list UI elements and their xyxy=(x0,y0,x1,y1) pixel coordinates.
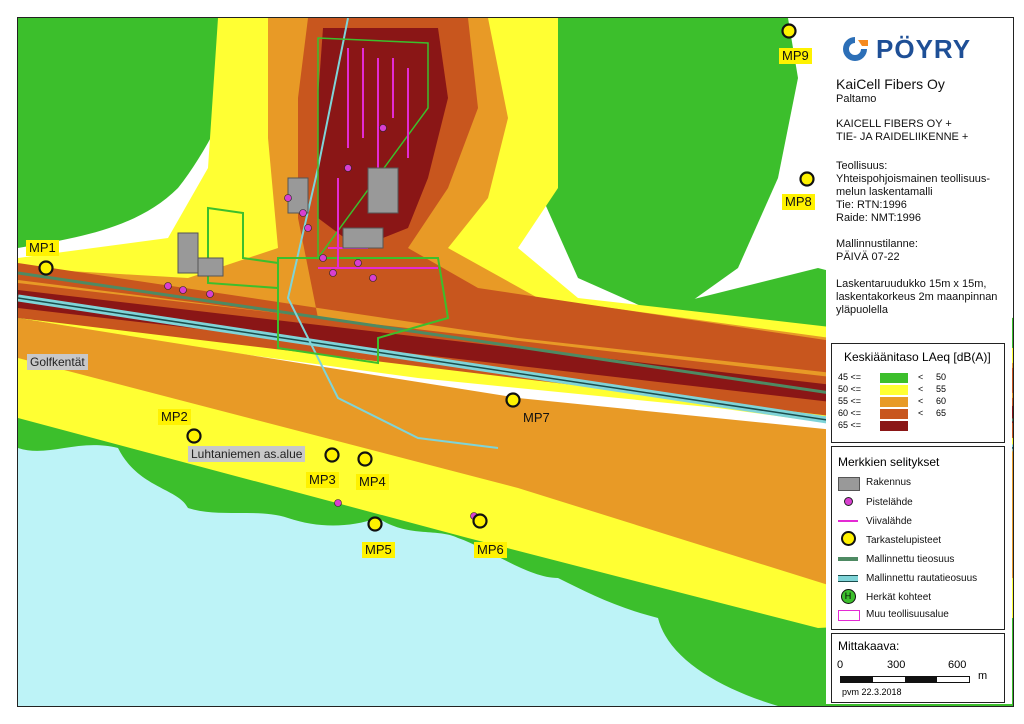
grid-line: Laskentaruudukko 15m x 15m, xyxy=(836,278,987,290)
building xyxy=(342,227,384,249)
company-logo: PÖYRY xyxy=(838,34,1003,64)
noise-class-high: 55 xyxy=(936,384,947,394)
scale-bar xyxy=(840,676,970,683)
legend-label: Muu teollisuusalue xyxy=(866,609,949,620)
location-name: Paltamo xyxy=(836,93,877,105)
receiver-point-mp7 xyxy=(505,392,521,408)
noise-class-high: 65 xyxy=(936,408,947,418)
scale-unit: m xyxy=(978,670,988,682)
scale-tick: 300 xyxy=(887,659,906,671)
poyry-logo-icon xyxy=(843,37,868,61)
noise-class-swatch xyxy=(880,373,908,383)
scenario-line: TIE- JA RAIDELIIKENNE + xyxy=(836,131,969,143)
receiver-point-mp2 xyxy=(186,428,202,444)
noise-class-swatch xyxy=(880,409,908,419)
road-icon xyxy=(838,553,858,565)
legend-label: Rakennus xyxy=(866,477,912,488)
model-block: Teollisuus: Yhteispohjoismainen teollisu… xyxy=(836,160,990,225)
noise-legend-title: Keskiäänitaso LAeq [dB(A)] xyxy=(844,350,991,364)
model-line: Tie: RTN:1996 xyxy=(836,199,907,211)
railway-icon xyxy=(838,572,858,584)
point-label-mp2: MP2 xyxy=(158,409,191,425)
building-icon xyxy=(838,477,860,491)
point-label-mp1: MP1 xyxy=(26,240,59,256)
receiver-point-mp5 xyxy=(367,516,383,532)
noise-class-high: 60 xyxy=(936,396,947,406)
logo-text: PÖYRY xyxy=(876,34,972,64)
scale-title: Mittakaava: xyxy=(838,639,900,653)
model-line: Raide: NMT:1996 xyxy=(836,212,921,224)
noise-class-high: 50 xyxy=(936,372,947,382)
industrial-area-icon xyxy=(838,610,860,621)
point-label-mp3: MP3 xyxy=(306,472,339,488)
model-line: melun laskentamalli xyxy=(836,186,933,198)
golf-course-label: Golfkentät xyxy=(27,354,88,370)
model-line: Teollisuus: xyxy=(836,160,888,172)
noise-class-low: 50 <= xyxy=(838,384,862,394)
grid-line: yläpuolella xyxy=(836,304,888,316)
building xyxy=(367,167,399,214)
situation-line: Mallinnustilanne: xyxy=(836,238,918,250)
receiver-point-mp1 xyxy=(38,260,54,276)
noise-class-low: 45 <= xyxy=(838,372,862,382)
building xyxy=(177,232,199,274)
receiver-point-mp8 xyxy=(799,171,815,187)
point-label-mp4: MP4 xyxy=(356,474,389,490)
point-label-mp8: MP8 xyxy=(782,194,815,210)
situation-line: PÄIVÄ 07-22 xyxy=(836,251,900,263)
noise-class-op: < xyxy=(918,396,924,406)
residential-area-label: Luhtaniemen as.alue xyxy=(188,446,306,462)
noise-class-low: 60 <= xyxy=(838,408,862,418)
legend-panel: PÖYRY KaiCell Fibers Oy Paltamo KAICELL … xyxy=(826,18,1012,704)
building xyxy=(287,177,309,214)
receiver-point-mp9 xyxy=(781,23,797,39)
noise-level-legend: Keskiäänitaso LAeq [dB(A)] 45 <= <50 50 <=… xyxy=(831,343,1005,443)
sensitive-site-glyph: H xyxy=(840,589,856,604)
receiver-point-mp4 xyxy=(357,451,373,467)
noise-class-op: < xyxy=(918,372,924,382)
legend-label: Tarkastelupisteet xyxy=(866,535,942,546)
noise-class-swatch xyxy=(880,397,908,407)
grid-line: laskentakorkeus 2m maanpinnan xyxy=(836,291,998,303)
receiver-point-mp6 xyxy=(472,513,488,529)
model-line: Yhteispohjoismainen teollisuus- xyxy=(836,173,991,185)
legend-label: Mallinnettu tieosuus xyxy=(866,554,955,565)
noise-class-low: 55 <= xyxy=(838,396,862,406)
grid-block: Laskentaruudukko 15m x 15m, laskentakork… xyxy=(836,278,997,317)
client-name: KaiCell Fibers Oy xyxy=(836,76,945,92)
point-label-mp5: MP5 xyxy=(362,542,395,558)
receiver-point-icon xyxy=(838,531,858,547)
situation-block: Mallinnustilanne: PÄIVÄ 07-22 xyxy=(836,238,918,264)
legend-label: Mallinnettu rautatieosuus xyxy=(866,573,978,584)
building xyxy=(197,257,224,277)
symbol-legend: Merkkien selitykset Rakennus Pistelähde … xyxy=(831,446,1005,630)
noise-class-op: < xyxy=(918,384,924,394)
point-label-mp9: MP9 xyxy=(779,48,812,64)
scenario-block: KAICELL FIBERS OY + TIE- JA RAIDELIIKENN… xyxy=(836,118,968,144)
symbol-legend-title: Merkkien selitykset xyxy=(838,455,940,469)
point-label-mp7: MP7 xyxy=(523,410,550,425)
noise-class-low: 65 <= xyxy=(838,420,862,430)
legend-label: Viivalähde xyxy=(866,516,912,527)
noise-class-swatch xyxy=(880,385,908,395)
scale-tick: 0 xyxy=(837,659,844,671)
legend-label: Herkät kohteet xyxy=(866,592,932,603)
noise-class-op: < xyxy=(918,408,924,418)
scale-bar-box: Mittakaava: 0 300 600 m pvm 22.3.2018 xyxy=(831,633,1005,703)
scale-tick: 600 xyxy=(948,659,967,671)
point-label-mp6: MP6 xyxy=(474,542,507,558)
scenario-line: KAICELL FIBERS OY + xyxy=(836,118,952,130)
map-date: pvm 22.3.2018 xyxy=(842,687,902,697)
receiver-point-mp3 xyxy=(324,447,340,463)
point-source-icon xyxy=(838,495,858,507)
noise-class-swatch xyxy=(880,421,908,431)
legend-label: Pistelähde xyxy=(866,497,913,508)
line-source-icon xyxy=(838,515,858,527)
sensitive-site-icon: H xyxy=(838,589,858,605)
